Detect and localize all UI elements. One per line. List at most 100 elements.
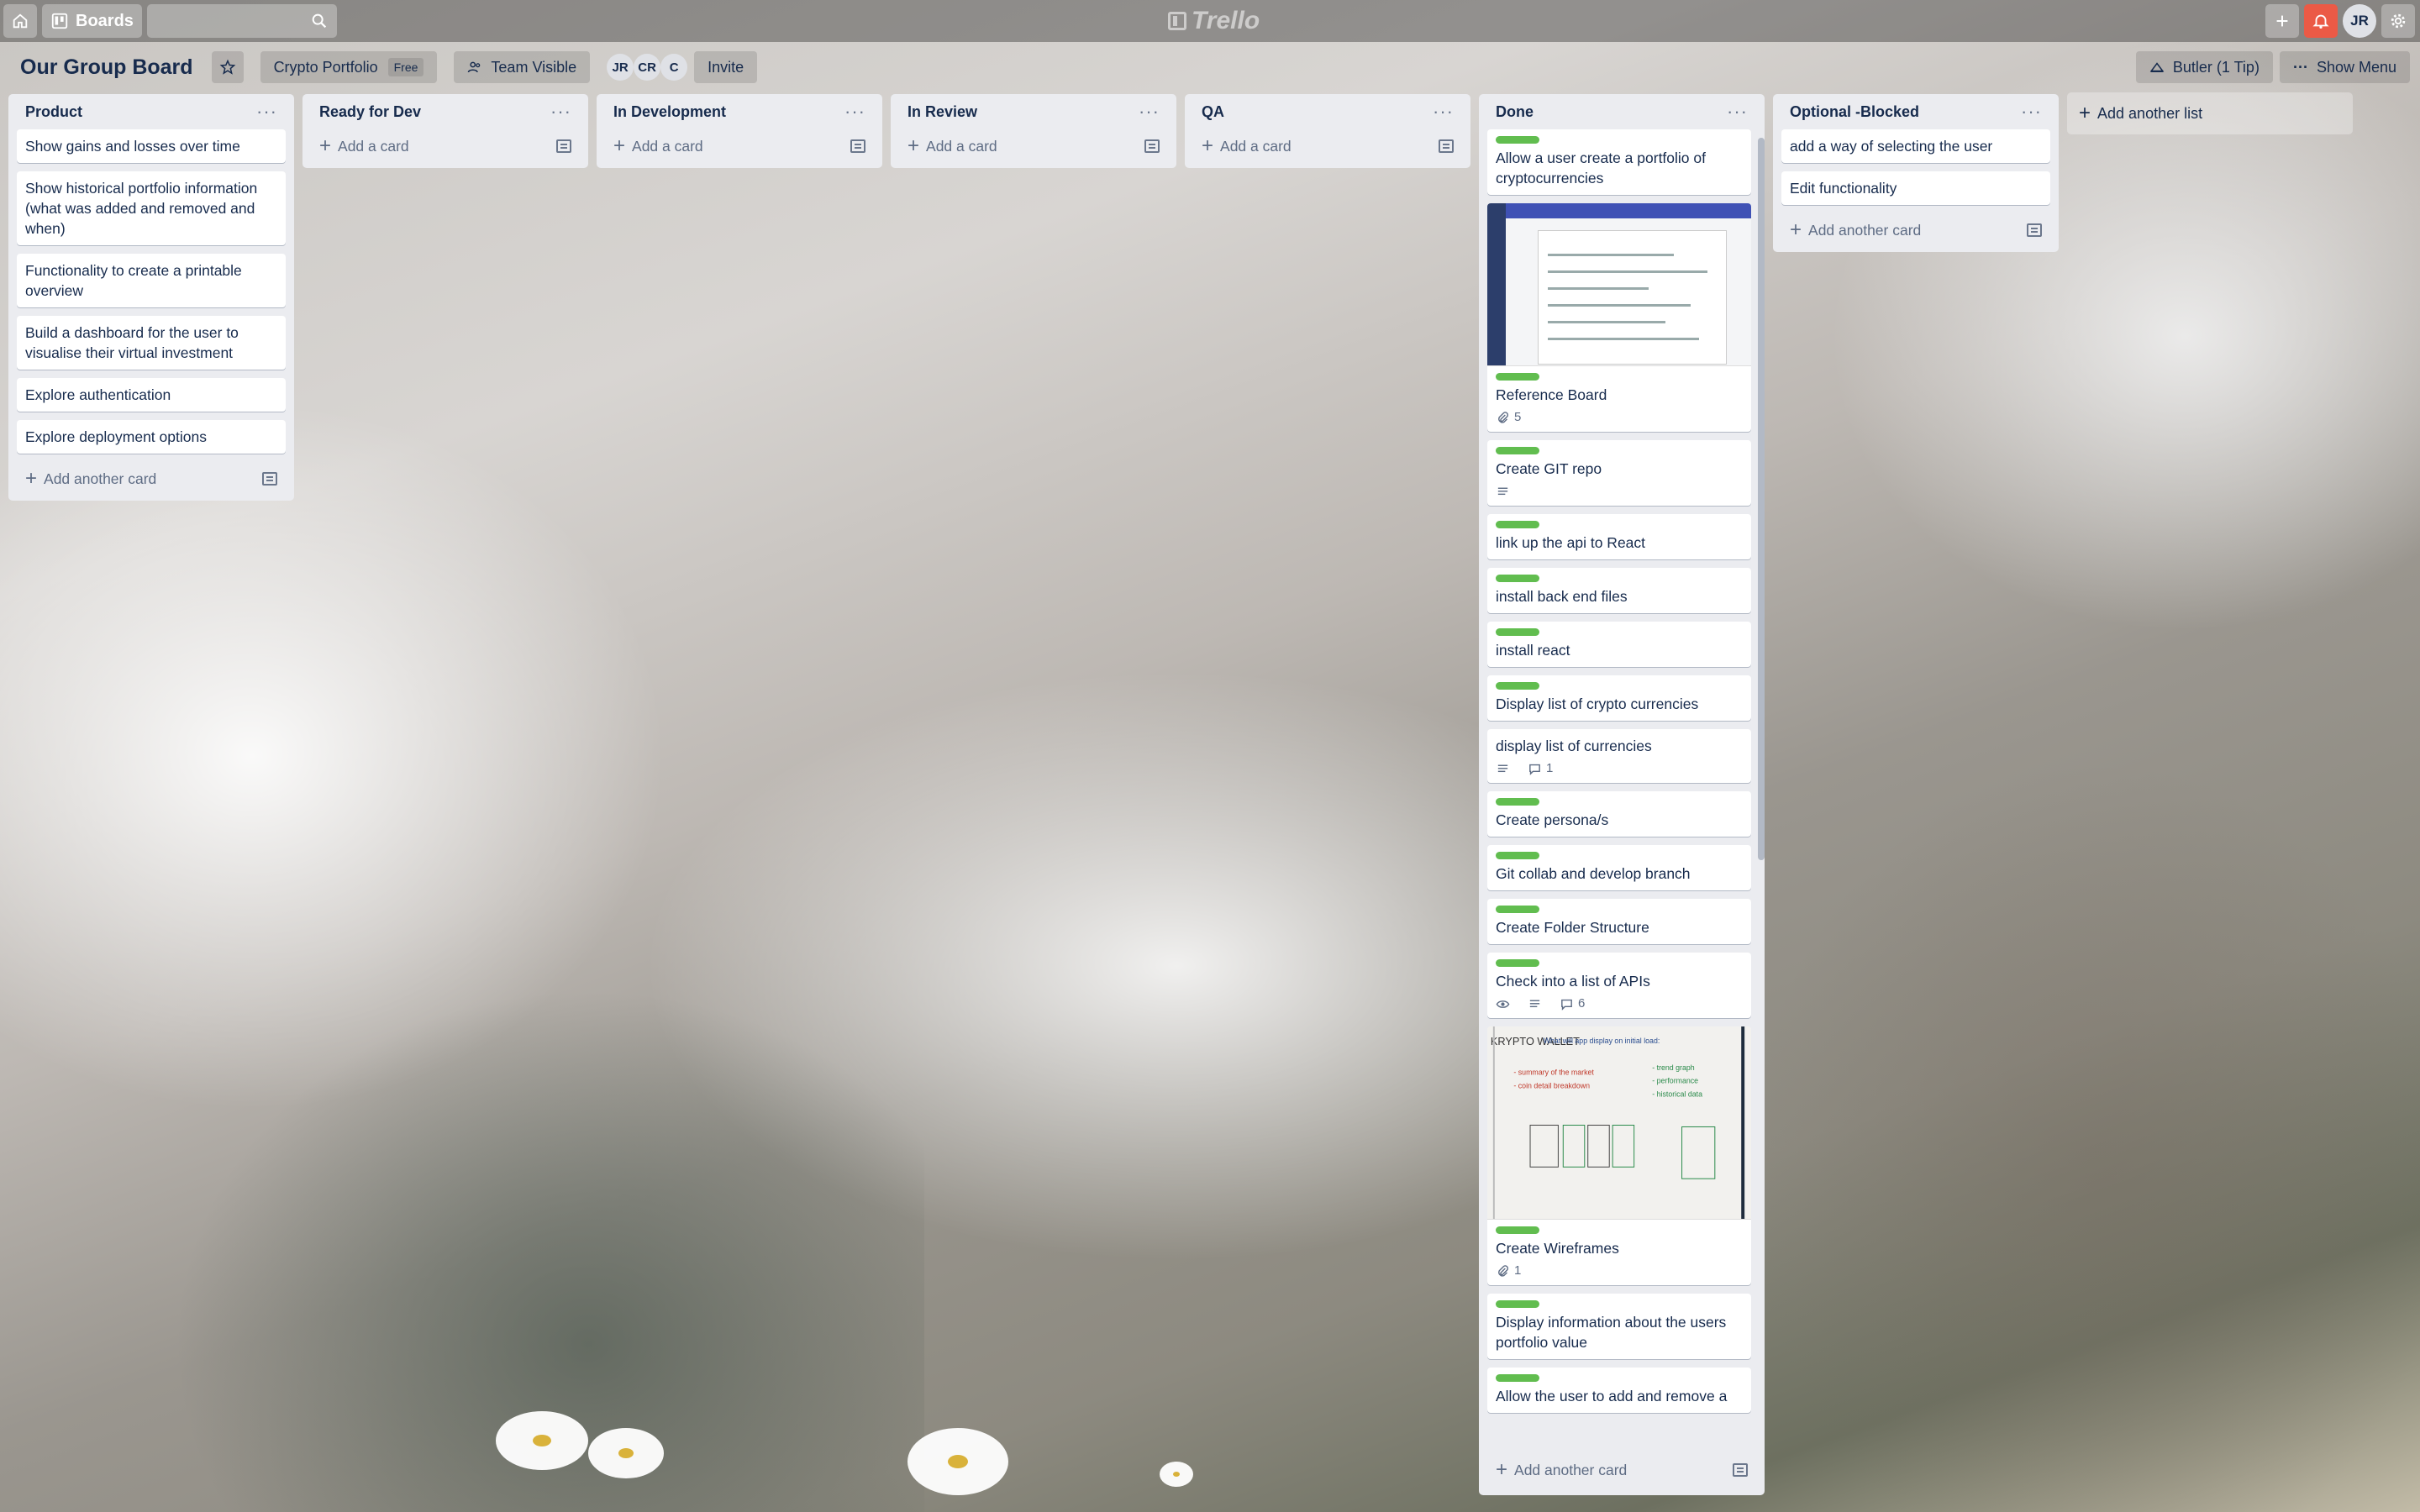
card[interactable]: Create Folder Structure [1487,899,1751,944]
invite-button[interactable]: Invite [694,51,758,83]
card-template-icon[interactable] [556,139,571,153]
card-template-icon[interactable] [850,139,865,153]
boards-icon [51,13,68,29]
card[interactable]: display list of currencies 1 [1487,729,1751,783]
card-title: install react [1496,642,1570,659]
add-card-label: Add another card [44,470,157,487]
card[interactable]: link up the api to React [1487,514,1751,559]
green-label [1496,798,1539,806]
paperclip-icon [1498,1264,1509,1277]
card[interactable]: Git collab and develop branch [1487,845,1751,890]
butler-label: Butler (1 Tip) [2172,58,2260,76]
member-avatar[interactable]: JR [607,54,634,81]
card[interactable]: Display information about the users port… [1487,1294,1751,1359]
list-menu-icon[interactable]: ··· [2021,102,2042,121]
card[interactable]: Display list of crypto currencies [1487,675,1751,721]
search-icon[interactable] [310,12,329,30]
more-icon: ··· [2292,58,2308,76]
show-menu-button[interactable]: ··· Show Menu [2279,51,2410,83]
add-card-button[interactable]: + Add a card [605,129,874,163]
card-template-icon[interactable] [262,472,277,486]
card-template-icon[interactable] [1144,139,1160,153]
member-avatar[interactable]: CR [634,54,661,81]
card[interactable]: Allow a user create a portfolio of crypt… [1487,129,1751,195]
home-button[interactable] [3,4,37,38]
settings-button[interactable] [2381,4,2415,38]
list-menu-icon[interactable]: ··· [550,102,571,121]
comments-badge: 6 [1560,994,1585,1014]
list-title[interactable]: QA [1202,103,1224,121]
card[interactable]: Show historical portfolio information (w… [17,171,286,245]
card[interactable]: install react [1487,622,1751,667]
boards-button[interactable]: Boards [42,4,142,38]
card[interactable]: Functionality to create a printable over… [17,254,286,307]
card[interactable]: Create GIT repo [1487,440,1751,506]
card-title: Show historical portfolio information (w… [25,180,258,237]
list-cards-scroll[interactable]: Allow a user create a portfolio of crypt… [1487,129,1756,1453]
card[interactable]: Create persona/s [1487,791,1751,837]
attachments-badge: 5 [1496,407,1521,428]
card[interactable]: Build a dashboard for the user to visual… [17,316,286,370]
board-header: Our Group Board Crypto Portfolio Free Te… [0,49,2420,86]
star-button[interactable] [211,51,244,83]
team-button[interactable]: Crypto Portfolio Free [260,51,438,83]
add-card-button[interactable]: + Add a card [311,129,580,163]
member-avatar[interactable]: C [660,54,688,81]
card-cover-image [1487,203,1751,366]
card-template-icon[interactable] [2027,223,2042,237]
butler-button[interactable]: Butler (1 Tip) [2135,51,2273,83]
card[interactable]: Explore deployment options [17,420,286,454]
card[interactable]: Allow the user to add and remove a [1487,1368,1751,1413]
card-title: link up the api to React [1496,534,1646,551]
visibility-button[interactable]: Team Visible [454,51,591,83]
card[interactable]: Reference Board 5 [1487,203,1751,432]
create-button[interactable] [2265,4,2299,38]
list-menu-icon[interactable]: ··· [1139,102,1160,121]
plus-icon: + [1496,1458,1508,1481]
card-template-icon[interactable] [1733,1463,1748,1477]
board-members: JR CR C [607,54,688,81]
card[interactable]: add a way of selecting the user [1781,129,2050,163]
user-avatar[interactable]: JR [2343,4,2376,38]
list-menu-icon[interactable]: ··· [256,102,277,121]
notifications-button[interactable] [2304,4,2338,38]
search-box[interactable] [146,4,337,38]
butler-icon [2149,62,2165,72]
card[interactable]: Show gains and losses over time [17,129,286,163]
trello-logo[interactable]: Trello [1168,7,1260,35]
search-input[interactable] [146,4,337,38]
add-card-button[interactable]: + Add another card [1487,1453,1756,1487]
card-title: Reference Board [1496,386,1607,403]
card[interactable]: KRYPTO WALLET What will app display on i… [1487,1026,1751,1285]
list-title[interactable]: Ready for Dev [319,103,421,121]
whiteboard-bullet: - historical data [1652,1090,1702,1099]
plus-icon: + [319,134,332,157]
add-card-button[interactable]: + Add a card [1193,129,1462,163]
list-menu-icon[interactable]: ··· [1727,102,1748,121]
plus-icon [2276,15,2288,27]
list-title[interactable]: In Development [613,103,726,121]
list-title[interactable]: Done [1496,103,1534,121]
gear-icon [2391,13,2406,29]
card[interactable]: Check into a list of APIs 6 [1487,953,1751,1018]
team-icon [468,61,481,73]
whiteboard-bullet: - performance [1652,1077,1698,1085]
card-title: Allow the user to add and remove a [1496,1388,1728,1404]
card-template-icon[interactable] [1439,139,1454,153]
card[interactable]: Edit functionality [1781,171,2050,205]
green-label [1496,628,1539,636]
list-title[interactable]: In Review [908,103,977,121]
whiteboard-note: What will app display on initial load: [1544,1037,1660,1045]
list-title[interactable]: Product [25,103,82,121]
board-title[interactable]: Our Group Board [20,55,193,80]
list-scrollbar[interactable] [1758,129,1765,1495]
list-menu-icon[interactable]: ··· [844,102,865,121]
list-menu-icon[interactable]: ··· [1433,102,1454,121]
add-card-button[interactable]: + Add another card [1781,213,2050,247]
add-list-button[interactable]: + Add another list [2067,92,2353,134]
card[interactable]: install back end files [1487,568,1751,613]
card[interactable]: Explore authentication [17,378,286,412]
add-card-button[interactable]: + Add another card [17,462,286,496]
add-card-button[interactable]: + Add a card [899,129,1168,163]
list-title[interactable]: Optional -Blocked [1790,103,1919,121]
